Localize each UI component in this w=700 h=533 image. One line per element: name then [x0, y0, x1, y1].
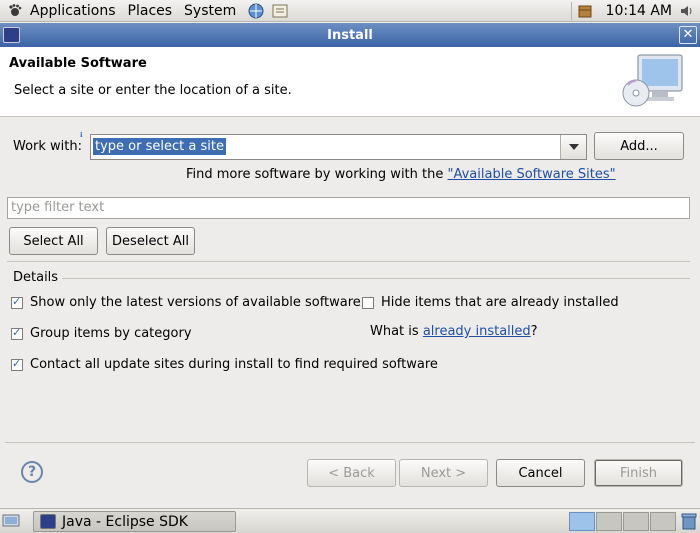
taskbar-eclipse-item[interactable]: Java - Eclipse SDK	[33, 511, 236, 532]
package-updates-icon[interactable]	[576, 2, 594, 20]
top-panel: Applications Places System 10:14 AM	[0, 0, 700, 22]
window-title: Install	[327, 27, 373, 43]
panel-right: 10:14 AM	[567, 0, 700, 22]
footer-separator	[5, 442, 695, 443]
cancel-button[interactable]: Cancel	[496, 459, 585, 487]
what-is-installed-text: What is already installed?	[370, 324, 538, 339]
eclipse-icon	[3, 27, 20, 43]
places-menu[interactable]: Places	[124, 0, 181, 22]
volume-icon[interactable]	[678, 2, 696, 20]
contact-sites-checkbox[interactable]	[11, 357, 23, 371]
system-menu[interactable]: System	[180, 0, 244, 22]
hide-installed-checkbox[interactable]	[362, 297, 374, 309]
clock[interactable]: 10:14 AM	[600, 3, 678, 19]
workspace-3[interactable]	[623, 512, 649, 531]
contact-sites-label: Contact all update sites during install …	[30, 357, 438, 372]
bottom-panel: Java - Eclipse SDK	[0, 508, 700, 533]
window-titlebar[interactable]: Install ✕	[0, 23, 700, 47]
group-by-category-label: Group items by category	[30, 326, 192, 341]
filter-input[interactable]: type filter text	[7, 197, 690, 219]
eclipse-task-icon	[40, 514, 56, 529]
dialog-banner: Available Software Select a site or ente…	[0, 47, 700, 117]
already-installed-link[interactable]: already installed	[423, 324, 531, 339]
add-site-button[interactable]: Add...	[594, 132, 684, 160]
workspace-1[interactable]	[569, 512, 595, 531]
workspace-2[interactable]	[596, 512, 622, 531]
help-icon[interactable]: ?	[21, 461, 43, 483]
banner-description: Select a site or enter the location of a…	[14, 83, 292, 98]
show-desktop-icon[interactable]	[2, 513, 20, 529]
find-more-label: Find more software by working with the	[186, 167, 448, 182]
taskbar-task-label: Java - Eclipse SDK	[62, 513, 188, 530]
what-is-suffix: ?	[530, 324, 538, 339]
what-is-prefix: What is	[370, 324, 423, 339]
next-button[interactable]: Next >	[399, 459, 488, 487]
combo-dropdown-button[interactable]	[560, 135, 586, 159]
install-wizard-icon	[620, 51, 686, 111]
details-group-line	[62, 278, 690, 279]
applications-menu[interactable]: Applications	[26, 0, 124, 22]
gnome-foot-icon[interactable]	[4, 0, 26, 22]
panel-separator	[570, 2, 572, 20]
group-by-category-checkbox[interactable]	[11, 326, 23, 340]
info-icon: ℹ	[80, 131, 83, 139]
text-editor-icon[interactable]	[270, 2, 292, 20]
network-icon[interactable]	[246, 2, 268, 20]
work-with-input[interactable]: type or select a site	[93, 138, 226, 155]
details-label: Details	[13, 270, 59, 285]
back-button[interactable]: < Back	[307, 459, 396, 487]
select-all-button[interactable]: Select All	[9, 227, 98, 255]
workspace-4[interactable]	[650, 512, 676, 531]
separator	[7, 261, 690, 262]
find-more-text: Find more software by working with the "…	[186, 167, 616, 182]
close-window-button[interactable]: ✕	[679, 26, 697, 44]
banner-title: Available Software	[9, 56, 147, 71]
work-with-combo[interactable]: type or select a site	[90, 134, 587, 160]
available-software-sites-link[interactable]: "Available Software Sites"	[448, 167, 616, 182]
trash-icon[interactable]	[680, 512, 698, 531]
deselect-all-button[interactable]: Deselect All	[106, 227, 195, 255]
show-latest-checkbox[interactable]	[11, 295, 23, 309]
work-with-label: Work with:	[13, 139, 83, 154]
hide-installed-label: Hide items that are already installed	[381, 295, 619, 310]
chevron-down-icon	[568, 144, 579, 150]
finish-button[interactable]: Finish	[594, 459, 683, 487]
show-latest-label: Show only the latest versions of availab…	[30, 295, 361, 310]
